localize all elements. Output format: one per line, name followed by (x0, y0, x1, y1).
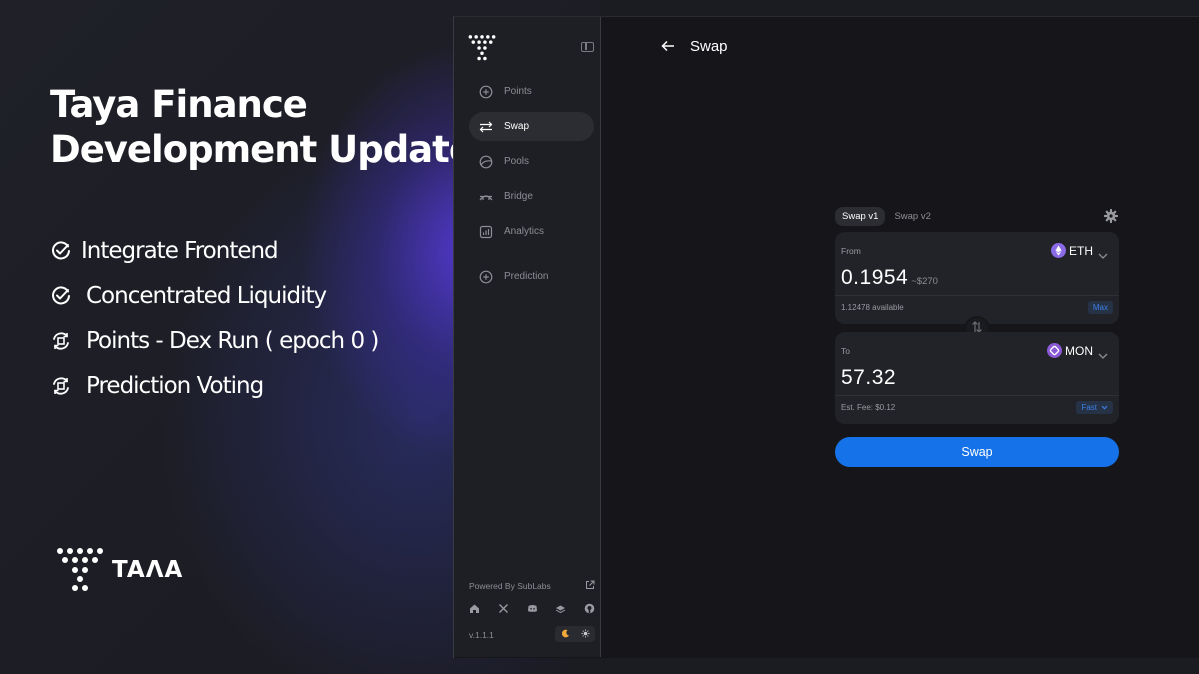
from-token-symbol: ETH (1069, 243, 1093, 258)
promo-item: Prediction Voting (50, 363, 378, 408)
from-amount-value: 0.1954 (841, 266, 909, 289)
promo-item-label: Concentrated Liquidity (86, 282, 327, 309)
gear-icon[interactable] (1103, 208, 1119, 224)
pools-icon (479, 155, 493, 169)
check-circle-icon (50, 240, 72, 262)
sidebar-item-pools[interactable]: Pools (469, 147, 594, 176)
chevron-down-icon[interactable] (1098, 347, 1108, 359)
moon-icon[interactable] (561, 629, 570, 640)
promo-list: Integrate Frontend Concentrated Liquidit… (50, 228, 379, 408)
to-token-symbol: MON (1065, 343, 1093, 358)
divider (835, 295, 1119, 296)
discord-icon[interactable] (527, 603, 538, 614)
theme-toggle[interactable] (555, 626, 595, 642)
taya-logo-icon (57, 548, 103, 591)
sidebar: Points Swap Pools Bridge Analytics Predi… (454, 17, 601, 657)
swap-arrows-icon (479, 120, 493, 134)
check-circle-icon (50, 285, 72, 307)
sidebar-collapse-icon[interactable] (581, 42, 594, 52)
gitbook-icon[interactable] (555, 603, 566, 614)
divider (835, 395, 1119, 396)
sidebar-nav: Points Swap Pools Bridge Analytics Predi… (469, 77, 594, 297)
chevron-down-icon (1101, 405, 1108, 410)
sidebar-item-bridge[interactable]: Bridge (469, 182, 594, 211)
to-amount-output[interactable]: 57.32 (841, 366, 896, 390)
sidebar-item-label: Analytics (504, 226, 545, 237)
max-button[interactable]: Max (1087, 301, 1113, 314)
in-progress-icon (50, 375, 72, 397)
plus-circle-icon (479, 85, 493, 99)
promo-title: Taya Finance Development Update (50, 82, 474, 172)
promo-title-line1: Taya Finance (50, 83, 308, 126)
promo-item-label: Prediction Voting (86, 372, 264, 399)
to-amount-value: 57.32 (841, 366, 897, 389)
app-window: Points Swap Pools Bridge Analytics Predi… (453, 16, 1199, 658)
x-twitter-icon[interactable] (498, 603, 509, 614)
plus-circle-icon (479, 270, 493, 284)
speed-label: Fast (1081, 403, 1097, 412)
available-balance: 1.12478 available (841, 303, 904, 312)
sun-icon[interactable] (581, 629, 590, 640)
chevron-down-icon[interactable] (1098, 247, 1108, 259)
from-amount-input[interactable]: 0.1954 ~$270 (841, 266, 938, 290)
promo-item: Concentrated Liquidity (50, 273, 378, 318)
from-token-selector[interactable]: ETH (1051, 243, 1093, 258)
sidebar-item-label: Swap (504, 121, 530, 132)
in-progress-icon (50, 330, 72, 352)
promo-item-label: Points - Dex Run ( epoch 0 ) (86, 327, 379, 354)
to-card: To MON 57.32 Est. Fee: $0.12 Fast (835, 332, 1119, 424)
speed-selector[interactable]: Fast (1076, 401, 1113, 414)
sidebar-item-prediction[interactable]: Prediction (469, 262, 594, 291)
page-title: Swap (690, 38, 728, 55)
powered-by-label: Powered By SubLabs (469, 581, 551, 591)
tab-swap-v2[interactable]: Swap v2 (887, 207, 937, 226)
taya-logo-icon[interactable] (468, 34, 496, 62)
social-links (469, 603, 595, 614)
to-label: To (841, 346, 850, 356)
back-arrow-icon[interactable] (660, 38, 676, 54)
home-icon[interactable] (469, 603, 480, 614)
bridge-icon (479, 190, 493, 204)
sidebar-item-label: Points (504, 86, 532, 97)
from-card: From ETH 0.1954 ~$270 1.12478 available M… (835, 232, 1119, 324)
analytics-icon (479, 225, 493, 239)
github-icon[interactable] (584, 603, 595, 614)
promo-item: Points - Dex Run ( epoch 0 ) (50, 318, 379, 363)
brand-logo: TAΛA (56, 546, 183, 594)
tab-swap-v1[interactable]: Swap v1 (835, 207, 886, 226)
sidebar-item-label: Bridge (504, 191, 533, 202)
app-version: v.1.1.1 (469, 630, 494, 640)
swap-version-tabs: Swap v1 Swap v2 (835, 207, 940, 226)
promo-item: Integrate Frontend (50, 228, 378, 273)
brand-wordmark: TAΛA (112, 557, 184, 583)
estimated-fee: Est. Fee: $0.12 (841, 403, 896, 412)
sidebar-item-swap[interactable]: Swap (469, 112, 594, 141)
eth-icon (1051, 243, 1066, 258)
to-token-selector[interactable]: MON (1047, 343, 1093, 358)
external-link-icon (585, 580, 595, 592)
promo-title-line2: Development Update (50, 128, 474, 171)
promo-item-label: Integrate Frontend (81, 237, 279, 264)
swap-button[interactable]: Swap (835, 437, 1119, 467)
mon-icon (1047, 343, 1062, 358)
from-label: From (841, 246, 861, 256)
powered-by-link[interactable]: Powered By SubLabs (469, 580, 595, 592)
sidebar-item-points[interactable]: Points (469, 77, 594, 106)
sidebar-item-label: Pools (504, 156, 530, 167)
sidebar-item-analytics[interactable]: Analytics (469, 217, 594, 246)
from-usd-value: ~$270 (911, 276, 938, 287)
sidebar-item-label: Prediction (504, 271, 549, 282)
